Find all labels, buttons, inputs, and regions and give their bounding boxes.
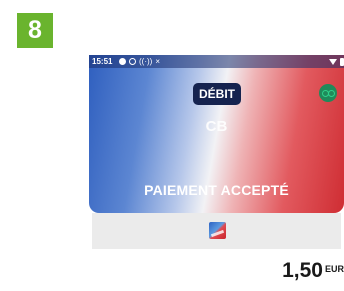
notification-dot-icon [119,58,126,65]
amount-currency: EUR [324,264,344,274]
cb-card-logo-icon [209,222,226,239]
battery-icon [340,57,344,66]
status-icons-right [329,57,344,66]
options-button[interactable] [319,84,337,102]
payment-terminal-screen: 15:51 ((·)) × DÉBIT CB PAIEMENT ACCEPTÉ … [89,55,344,291]
nfc-icon: ((·)) [139,57,153,66]
card-type-badge: DÉBIT [193,83,241,105]
payment-amount: 1,50 EUR [282,259,344,285]
payment-status-banner: 15:51 ((·)) × DÉBIT CB PAIEMENT ACCEPTÉ [89,55,344,213]
wifi-icon [329,58,337,65]
amount-value: 1,50 [282,259,323,282]
close-icon: × [155,57,160,66]
status-bar: 15:51 ((·)) × [89,55,344,68]
check-circle-icon [129,58,136,65]
card-logo-strip [92,213,341,249]
status-icons-left: ((·)) × [119,57,160,66]
step-number-badge: 8 [17,13,53,48]
ring-right-icon [328,90,335,97]
status-time: 15:51 [92,57,113,66]
payment-result-text: PAIEMENT ACCEPTÉ [144,182,289,198]
card-network-label: CB [205,118,228,135]
